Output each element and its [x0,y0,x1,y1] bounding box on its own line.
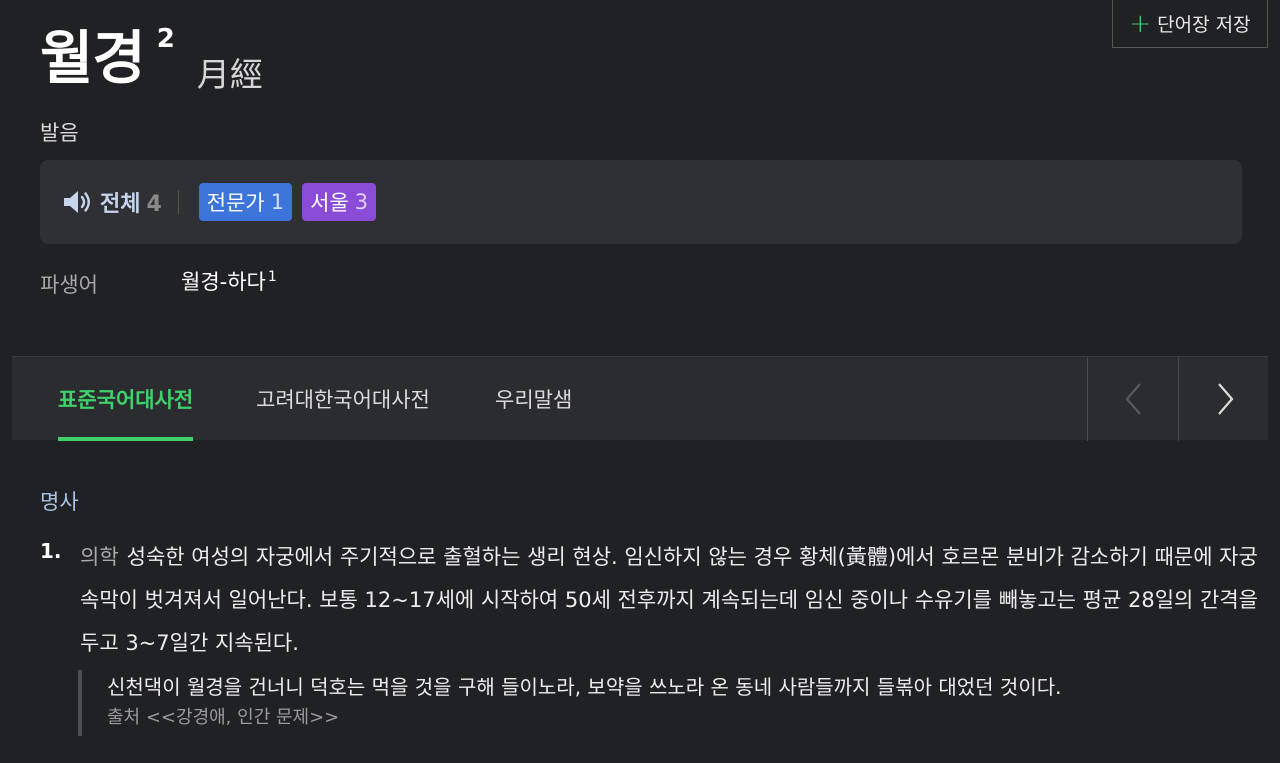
definition-text: 성숙한 여성의 자궁에서 주기적으로 출혈하는 생리 현상. 임신하지 않는 경… [80,545,1258,655]
part-of-speech: 명사 [40,490,79,514]
example-block: 신천댁이 월경을 건너니 덕호는 먹을 것을 구해 들이노라, 보약을 쓰노라 … [78,670,1258,736]
derivative-link[interactable]: 월경-하다 1 [181,266,277,296]
definition-number: 1. [40,539,62,563]
headword: 월경 2 月經 [40,18,263,98]
plus-icon: + [1129,8,1152,39]
tab-korea-univ-dictionary[interactable]: 고려대한국어대사전 [256,357,430,441]
badge-label: 서울 [310,191,349,215]
pronunciation-all-button[interactable]: 전체 4 [100,186,162,218]
tab-label: 고려대한국어대사전 [256,388,430,412]
pronunciation-badge-expert[interactable]: 전문가 1 [198,183,293,221]
pronunciation-badge-seoul[interactable]: 서울 3 [302,183,377,221]
derivative-label: 파생어 [40,273,98,297]
field-tag: 의학 [80,545,119,569]
pronunciation-all-count: 4 [146,192,162,217]
pronunciation-panel: 전체 4 전문가 1 서울 3 [40,160,1242,244]
tab-label: 표준국어대사전 [58,388,194,412]
badge-count: 3 [354,190,369,214]
example-text: 신천댁이 월경을 건너니 덕호는 먹을 것을 구해 들이노라, 보약을 쓰노라 … [107,675,1062,699]
chevron-right-icon [1217,383,1233,415]
speaker-icon[interactable] [62,188,94,216]
badge-count: 1 [270,190,285,214]
pronunciation-label: 발음 [40,121,79,145]
tab-urimalsaem[interactable]: 우리말샘 [495,357,572,441]
save-button-label: 단어장 저장 [1157,14,1251,36]
example-source: 출처 <<강경애, 인간 문제>> [107,707,340,728]
tab-label: 우리말샘 [495,388,573,412]
definition-text-block: 의학 성숙한 여성의 자궁에서 주기적으로 출혈하는 생리 현상. 임신하지 않는… [80,536,1260,665]
headword-text: 월경 [40,24,146,92]
pronunciation-all-label: 전체 [100,192,141,217]
dictionary-tabbar: 표준국어대사전 고려대한국어대사전 우리말샘 [12,356,1270,441]
save-to-wordbook-button[interactable]: + 단어장 저장 [1112,0,1268,48]
hanja-text: 月經 [196,55,263,94]
tab-standard-dictionary[interactable]: 표준국어대사전 [58,357,194,441]
next-tab-button[interactable] [1178,357,1270,441]
badge-label: 전문가 [206,191,265,215]
prev-tab-button[interactable] [1087,357,1179,441]
derivative-word: 월경-하다 [181,270,266,294]
chevron-left-icon [1125,383,1141,415]
divider [177,190,179,214]
derivative-sup: 1 [267,269,277,285]
homonym-number: 2 [156,24,175,54]
